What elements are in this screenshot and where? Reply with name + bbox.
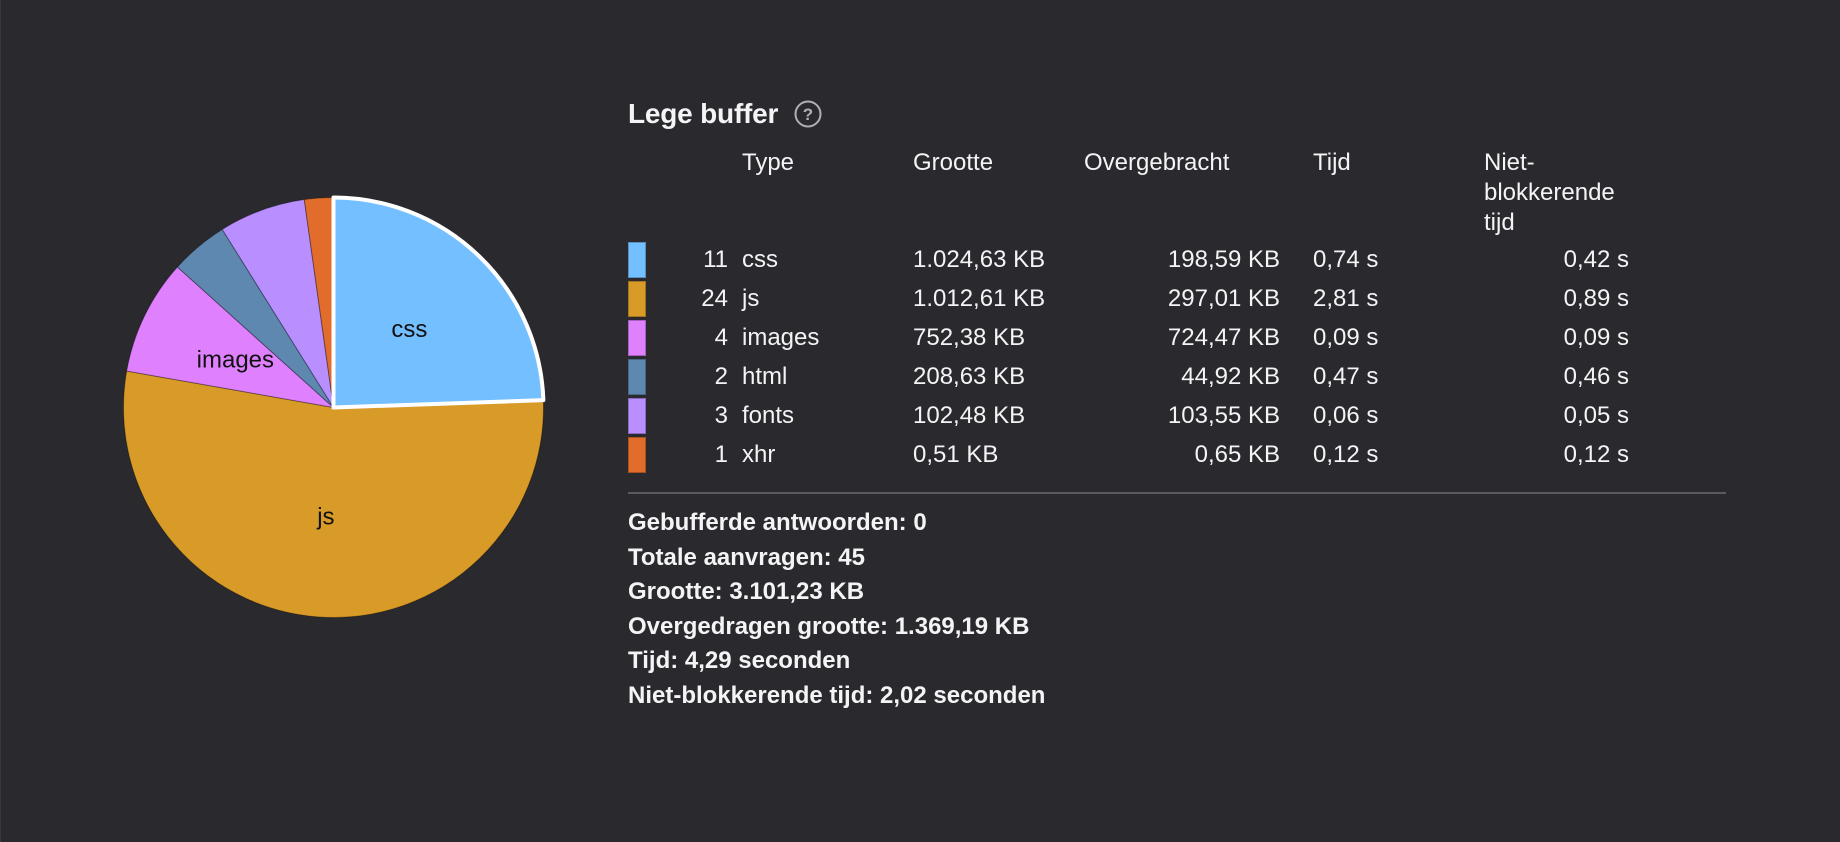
resource-type: js <box>742 285 760 312</box>
pie-slice-css[interactable] <box>331 195 546 410</box>
header-time: Tijd <box>1313 149 1351 176</box>
load-time: 0,47 s <box>1313 363 1379 390</box>
color-swatch <box>628 358 646 395</box>
resource-type: css <box>742 246 778 273</box>
resource-size: 208,63 KB <box>913 363 1026 390</box>
non-blocking-time: 0,42 s <box>1563 246 1629 273</box>
non-blocking-time: 0,12 s <box>1563 441 1629 468</box>
transferred-size: 0,65 KB <box>1194 441 1280 468</box>
load-time: 0,06 s <box>1313 402 1379 429</box>
total-requests: Totale aanvragen: 45 <box>628 543 865 571</box>
color-swatch <box>628 241 646 278</box>
header-swatch <box>628 148 674 240</box>
header-transferred: Overgebracht <box>1084 149 1230 176</box>
resource-type: fonts <box>742 402 795 429</box>
load-time: 0,12 s <box>1313 441 1379 468</box>
table-row: 24 js 1.012,61 KB 297,01 KB 2,81 s 0,89 s <box>628 279 1644 318</box>
total-size: Grootte: 3.101,23 KB <box>628 578 865 605</box>
totals-section: Gebufferde antwoorden: 0 Totale aanvrage… <box>628 506 1728 713</box>
pie-label-images: images <box>197 347 274 374</box>
transferred-size: 198,59 KB <box>1167 246 1280 273</box>
color-swatch <box>628 436 646 473</box>
load-time: 0,74 s <box>1313 246 1379 273</box>
resource-size: 1.024,63 KB <box>913 246 1046 273</box>
non-blocking-time: 0,89 s <box>1563 285 1629 312</box>
type-color-swatch <box>628 357 674 396</box>
color-swatch <box>628 319 646 356</box>
table-row: 2 html 208,63 KB 44,92 KB 0,47 s 0,46 s <box>628 357 1644 396</box>
table-row: 1 xhr 0,51 KB 0,65 KB 0,12 s 0,12 s <box>628 435 1644 474</box>
resource-type: images <box>742 324 820 351</box>
type-color-swatch <box>628 279 674 318</box>
resource-type: html <box>742 363 788 390</box>
empty-cache-summary: Lege buffer ? Type Grootte Overgebracht … <box>628 90 1728 713</box>
total-non-blocking-time: Niet-blokkerende tijd: 2,02 seconden <box>628 681 1046 709</box>
request-count: 1 <box>714 441 728 468</box>
summary-header: Lege buffer ? <box>628 90 1728 138</box>
type-color-swatch <box>628 435 674 474</box>
request-count: 2 <box>714 363 728 390</box>
summary-table-body: 11 css 1.024,63 KB 198,59 KB 0,74 s 0,42 s 24 j… <box>628 240 1644 474</box>
transferred-size: 297,01 KB <box>1167 285 1280 312</box>
summary-table-header: Type Grootte Overgebracht Tijd Niet-blok… <box>628 148 1644 240</box>
transferred-size: 103,55 KB <box>1167 402 1280 429</box>
network-statistics-panel: js images css Lege buffer ? Type Grootte O… <box>0 0 1840 842</box>
request-count: 4 <box>714 324 728 351</box>
summary-title: Lege buffer <box>628 98 779 129</box>
type-color-swatch <box>628 396 674 435</box>
summary-table: Type Grootte Overgebracht Tijd Niet-blok… <box>628 148 1644 474</box>
load-time: 0,09 s <box>1313 324 1379 351</box>
table-row: 4 images 752,38 KB 724,47 KB 0,09 s 0,09 s <box>628 318 1644 357</box>
non-blocking-time: 0,46 s <box>1563 363 1629 390</box>
divider <box>628 492 1726 494</box>
transferred-size: 44,92 KB <box>1181 363 1280 390</box>
resource-type: xhr <box>742 441 776 468</box>
request-count: 11 <box>703 246 728 273</box>
total-cached-responses: Gebufferde antwoorden: 0 <box>628 509 927 536</box>
requests-pie-chart[interactable]: js images css <box>111 185 556 630</box>
request-count: 24 <box>701 285 728 312</box>
type-color-swatch <box>628 240 674 279</box>
load-time: 2,81 s <box>1313 285 1379 312</box>
header-non-blocking-time: Niet-blokkerende tijd <box>1484 149 1615 236</box>
svg-text:?: ? <box>803 105 813 124</box>
header-size: Grootte <box>913 149 994 176</box>
header-type: Type <box>742 149 795 176</box>
type-color-swatch <box>628 318 674 357</box>
table-row: 11 css 1.024,63 KB 198,59 KB 0,74 s 0,42 s <box>628 240 1644 279</box>
request-count: 3 <box>714 402 728 429</box>
color-swatch <box>628 280 646 317</box>
header-count <box>674 148 742 240</box>
total-transferred-size: Overgedragen grootte: 1.369,19 KB <box>628 612 1030 640</box>
transferred-size: 724,47 KB <box>1167 324 1280 351</box>
help-icon[interactable]: ? <box>794 100 822 128</box>
resource-size: 0,51 KB <box>913 441 999 468</box>
color-swatch <box>628 397 646 434</box>
resource-size: 1.012,61 KB <box>913 285 1046 312</box>
pie-label-js: js <box>316 503 334 530</box>
total-time: Tijd: 4,29 seconden <box>628 647 851 674</box>
non-blocking-time: 0,05 s <box>1563 402 1629 429</box>
non-blocking-time: 0,09 s <box>1563 324 1629 351</box>
table-row: 3 fonts 102,48 KB 103,55 KB 0,06 s 0,05 s <box>628 396 1644 435</box>
resource-size: 102,48 KB <box>913 402 1026 429</box>
pie-label-css: css <box>391 316 427 343</box>
resource-size: 752,38 KB <box>913 324 1026 351</box>
